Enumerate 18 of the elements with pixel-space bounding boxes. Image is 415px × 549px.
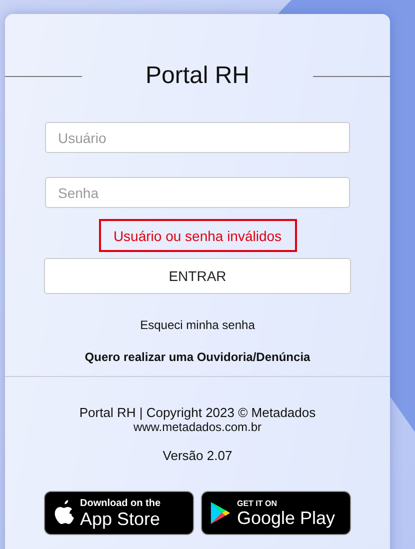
- badge-caption: Download on the: [80, 498, 161, 508]
- input-field[interactable]: Senha: [45, 177, 350, 208]
- app-store-badge[interactable]: Download on the App Store: [44, 491, 194, 535]
- apple-icon: [53, 500, 75, 526]
- badge-caption: GET IT ON: [237, 500, 278, 508]
- input-field[interactable]: Usuário: [45, 122, 350, 153]
- website-link[interactable]: www.metadados.com.br: [133, 420, 262, 434]
- google-play-badge[interactable]: GET IT ON Google Play: [201, 491, 351, 535]
- play-icon: [210, 501, 232, 525]
- forgot-password-link[interactable]: Esqueci minha senha: [140, 318, 255, 332]
- ombudsman-link[interactable]: Quero realizar uma Ouvidoria/Denúncia: [84, 350, 310, 364]
- copyright-text: Portal RH | Copyright 2023 © Metadados: [79, 405, 316, 420]
- page-title: Portal RH: [144, 62, 251, 90]
- error-message: Usuário ou senha inválidos: [98, 219, 296, 252]
- version-text: Versão 2.07: [162, 448, 232, 463]
- badge-store-name: Google Play: [237, 508, 336, 526]
- login-button[interactable]: ENTRAR: [44, 258, 351, 294]
- badge-store-name: App Store: [80, 510, 161, 528]
